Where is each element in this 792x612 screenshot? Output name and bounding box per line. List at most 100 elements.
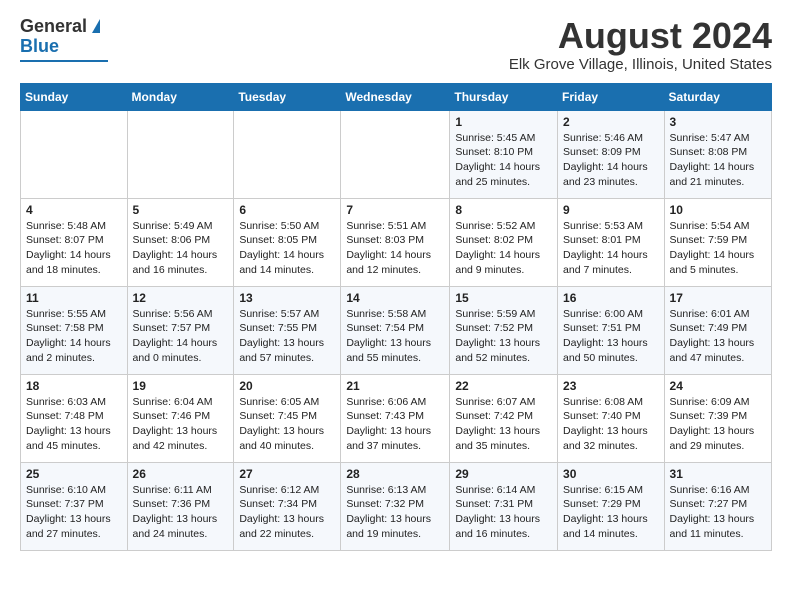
calendar-week-row: 11Sunrise: 5:55 AMSunset: 7:58 PMDayligh… bbox=[21, 286, 772, 374]
day-info: Sunrise: 6:05 AMSunset: 7:45 PMDaylight:… bbox=[239, 395, 335, 454]
day-info: Sunrise: 6:03 AMSunset: 7:48 PMDaylight:… bbox=[26, 395, 122, 454]
weekday-thursday: Thursday bbox=[450, 83, 558, 110]
calendar-cell: 11Sunrise: 5:55 AMSunset: 7:58 PMDayligh… bbox=[21, 286, 128, 374]
day-number: 20 bbox=[239, 379, 335, 393]
calendar-cell: 22Sunrise: 6:07 AMSunset: 7:42 PMDayligh… bbox=[450, 374, 558, 462]
calendar-table: SundayMondayTuesdayWednesdayThursdayFrid… bbox=[20, 83, 772, 551]
calendar-cell: 17Sunrise: 6:01 AMSunset: 7:49 PMDayligh… bbox=[664, 286, 771, 374]
day-info: Sunrise: 6:16 AMSunset: 7:27 PMDaylight:… bbox=[670, 483, 766, 542]
day-number: 19 bbox=[133, 379, 229, 393]
day-number: 14 bbox=[346, 291, 444, 305]
day-number: 1 bbox=[455, 115, 552, 129]
day-number: 10 bbox=[670, 203, 766, 217]
calendar-cell: 4Sunrise: 5:48 AMSunset: 8:07 PMDaylight… bbox=[21, 198, 128, 286]
day-info: Sunrise: 6:06 AMSunset: 7:43 PMDaylight:… bbox=[346, 395, 444, 454]
weekday-friday: Friday bbox=[558, 83, 665, 110]
day-number: 12 bbox=[133, 291, 229, 305]
day-number: 31 bbox=[670, 467, 766, 481]
day-info: Sunrise: 5:47 AMSunset: 8:08 PMDaylight:… bbox=[670, 131, 766, 190]
day-number: 13 bbox=[239, 291, 335, 305]
calendar-cell: 31 Sunrise: 6:16 AMSunset: 7:27 PMDayligh… bbox=[664, 462, 771, 550]
calendar-cell: 24Sunrise: 6:09 AMSunset: 7:39 PMDayligh… bbox=[664, 374, 771, 462]
calendar-cell: 28 Sunrise: 6:13 AMSunset: 7:32 PMDayligh… bbox=[341, 462, 450, 550]
logo-general-text: General bbox=[20, 16, 87, 37]
calendar-cell: 14 Sunrise: 5:58 AMSunset: 7:54 PMDayligh… bbox=[341, 286, 450, 374]
day-number: 6 bbox=[239, 203, 335, 217]
day-info: Sunrise: 6:01 AMSunset: 7:49 PMDaylight:… bbox=[670, 307, 766, 366]
day-info: Sunrise: 5:50 AMSunset: 8:05 PMDaylight:… bbox=[239, 219, 335, 278]
calendar-cell: 21Sunrise: 6:06 AMSunset: 7:43 PMDayligh… bbox=[341, 374, 450, 462]
calendar-cell bbox=[341, 110, 450, 198]
day-number: 15 bbox=[455, 291, 552, 305]
day-info: Sunrise: 5:55 AMSunset: 7:58 PMDaylight:… bbox=[26, 307, 122, 366]
logo-arrow-icon bbox=[92, 19, 100, 33]
calendar-cell: 3 Sunrise: 5:47 AMSunset: 8:08 PMDaylight… bbox=[664, 110, 771, 198]
day-info: Sunrise: 6:12 AMSunset: 7:34 PMDaylight:… bbox=[239, 483, 335, 542]
calendar-cell: 23 Sunrise: 6:08 AMSunset: 7:40 PMDayligh… bbox=[558, 374, 665, 462]
day-info: Sunrise: 6:00 AMSunset: 7:51 PMDaylight:… bbox=[563, 307, 659, 366]
day-info: Sunrise: 6:10 AMSunset: 7:37 PMDaylight:… bbox=[26, 483, 122, 542]
calendar-cell: 5Sunrise: 5:49 AMSunset: 8:06 PMDaylight… bbox=[127, 198, 234, 286]
day-info: Sunrise: 6:04 AMSunset: 7:46 PMDaylight:… bbox=[133, 395, 229, 454]
day-info: Sunrise: 5:56 AMSunset: 7:57 PMDaylight:… bbox=[133, 307, 229, 366]
calendar-cell: 9 Sunrise: 5:53 AMSunset: 8:01 PMDaylight… bbox=[558, 198, 665, 286]
day-number: 9 bbox=[563, 203, 659, 217]
calendar-week-row: 18Sunrise: 6:03 AMSunset: 7:48 PMDayligh… bbox=[21, 374, 772, 462]
day-number: 24 bbox=[670, 379, 766, 393]
day-number: 4 bbox=[26, 203, 122, 217]
day-number: 30 bbox=[563, 467, 659, 481]
sub-title: Elk Grove Village, Illinois, United Stat… bbox=[509, 56, 772, 73]
day-number: 28 bbox=[346, 467, 444, 481]
day-info: Sunrise: 5:53 AMSunset: 8:01 PMDaylight:… bbox=[563, 219, 659, 278]
day-info: Sunrise: 5:49 AMSunset: 8:06 PMDaylight:… bbox=[133, 219, 229, 278]
weekday-saturday: Saturday bbox=[664, 83, 771, 110]
day-number: 26 bbox=[133, 467, 229, 481]
day-info: Sunrise: 5:57 AMSunset: 7:55 PMDaylight:… bbox=[239, 307, 335, 366]
day-info: Sunrise: 6:15 AMSunset: 7:29 PMDaylight:… bbox=[563, 483, 659, 542]
calendar-cell: 26 Sunrise: 6:11 AMSunset: 7:36 PMDayligh… bbox=[127, 462, 234, 550]
day-info: Sunrise: 5:58 AMSunset: 7:54 PMDaylight:… bbox=[346, 307, 444, 366]
calendar-body: 1 Sunrise: 5:45 AMSunset: 8:10 PMDaylight… bbox=[21, 110, 772, 550]
header: General Blue August 2024 Elk Grove Villa… bbox=[20, 16, 772, 73]
calendar-cell bbox=[127, 110, 234, 198]
calendar-cell: 30 Sunrise: 6:15 AMSunset: 7:29 PMDayligh… bbox=[558, 462, 665, 550]
logo: General Blue bbox=[20, 16, 110, 66]
calendar-cell: 6 Sunrise: 5:50 AMSunset: 8:05 PMDaylight… bbox=[234, 198, 341, 286]
day-number: 7 bbox=[346, 203, 444, 217]
day-info: Sunrise: 5:52 AMSunset: 8:02 PMDaylight:… bbox=[455, 219, 552, 278]
calendar-cell: 25 Sunrise: 6:10 AMSunset: 7:37 PMDayligh… bbox=[21, 462, 128, 550]
weekday-wednesday: Wednesday bbox=[341, 83, 450, 110]
calendar-week-row: 1 Sunrise: 5:45 AMSunset: 8:10 PMDaylight… bbox=[21, 110, 772, 198]
day-info: Sunrise: 6:11 AMSunset: 7:36 PMDaylight:… bbox=[133, 483, 229, 542]
day-info: Sunrise: 5:45 AMSunset: 8:10 PMDaylight:… bbox=[455, 131, 552, 190]
calendar-week-row: 25 Sunrise: 6:10 AMSunset: 7:37 PMDayligh… bbox=[21, 462, 772, 550]
calendar-cell: 19 Sunrise: 6:04 AMSunset: 7:46 PMDayligh… bbox=[127, 374, 234, 462]
day-number: 16 bbox=[563, 291, 659, 305]
calendar-cell: 13 Sunrise: 5:57 AMSunset: 7:55 PMDayligh… bbox=[234, 286, 341, 374]
day-info: Sunrise: 6:07 AMSunset: 7:42 PMDaylight:… bbox=[455, 395, 552, 454]
calendar-cell: 15 Sunrise: 5:59 AMSunset: 7:52 PMDayligh… bbox=[450, 286, 558, 374]
day-number: 23 bbox=[563, 379, 659, 393]
calendar-cell: 2Sunrise: 5:46 AMSunset: 8:09 PMDaylight… bbox=[558, 110, 665, 198]
day-info: Sunrise: 6:08 AMSunset: 7:40 PMDaylight:… bbox=[563, 395, 659, 454]
day-number: 3 bbox=[670, 115, 766, 129]
day-info: Sunrise: 6:13 AMSunset: 7:32 PMDaylight:… bbox=[346, 483, 444, 542]
calendar-cell: 18Sunrise: 6:03 AMSunset: 7:48 PMDayligh… bbox=[21, 374, 128, 462]
day-number: 2 bbox=[563, 115, 659, 129]
weekday-tuesday: Tuesday bbox=[234, 83, 341, 110]
day-number: 8 bbox=[455, 203, 552, 217]
calendar-cell: 27Sunrise: 6:12 AMSunset: 7:34 PMDayligh… bbox=[234, 462, 341, 550]
day-info: Sunrise: 5:51 AMSunset: 8:03 PMDaylight:… bbox=[346, 219, 444, 278]
calendar-cell bbox=[234, 110, 341, 198]
calendar-cell bbox=[21, 110, 128, 198]
day-number: 29 bbox=[455, 467, 552, 481]
day-info: Sunrise: 5:59 AMSunset: 7:52 PMDaylight:… bbox=[455, 307, 552, 366]
logo-underline bbox=[20, 60, 108, 62]
calendar-cell: 7 Sunrise: 5:51 AMSunset: 8:03 PMDaylight… bbox=[341, 198, 450, 286]
calendar-cell: 16 Sunrise: 6:00 AMSunset: 7:51 PMDayligh… bbox=[558, 286, 665, 374]
calendar-cell: 12 Sunrise: 5:56 AMSunset: 7:57 PMDayligh… bbox=[127, 286, 234, 374]
weekday-monday: Monday bbox=[127, 83, 234, 110]
day-number: 25 bbox=[26, 467, 122, 481]
day-info: Sunrise: 5:54 AMSunset: 7:59 PMDaylight:… bbox=[670, 219, 766, 278]
calendar-cell: 8 Sunrise: 5:52 AMSunset: 8:02 PMDaylight… bbox=[450, 198, 558, 286]
